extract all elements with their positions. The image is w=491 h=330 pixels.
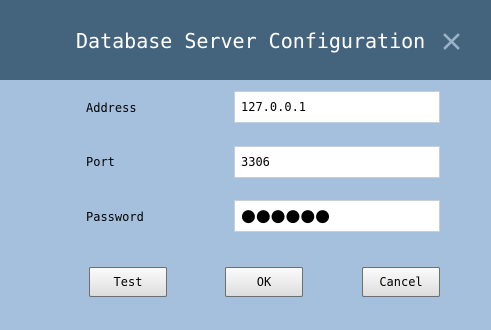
password-field[interactable] — [234, 200, 440, 232]
title-bar: Database Server Configuration — [0, 0, 491, 80]
password-label: Password — [86, 210, 144, 224]
close-button[interactable] — [434, 24, 468, 58]
cancel-button[interactable]: Cancel — [362, 267, 440, 297]
port-label: Port — [86, 155, 115, 169]
address-field[interactable] — [234, 91, 440, 123]
test-button[interactable]: Test — [89, 267, 167, 297]
address-label: Address — [86, 101, 137, 115]
ok-button[interactable]: OK — [225, 267, 303, 297]
close-icon — [443, 33, 460, 50]
database-config-dialog: Database Server Configuration Address Po… — [0, 0, 491, 330]
dialog-title: Database Server Configuration — [76, 29, 426, 53]
port-field[interactable] — [234, 146, 440, 178]
